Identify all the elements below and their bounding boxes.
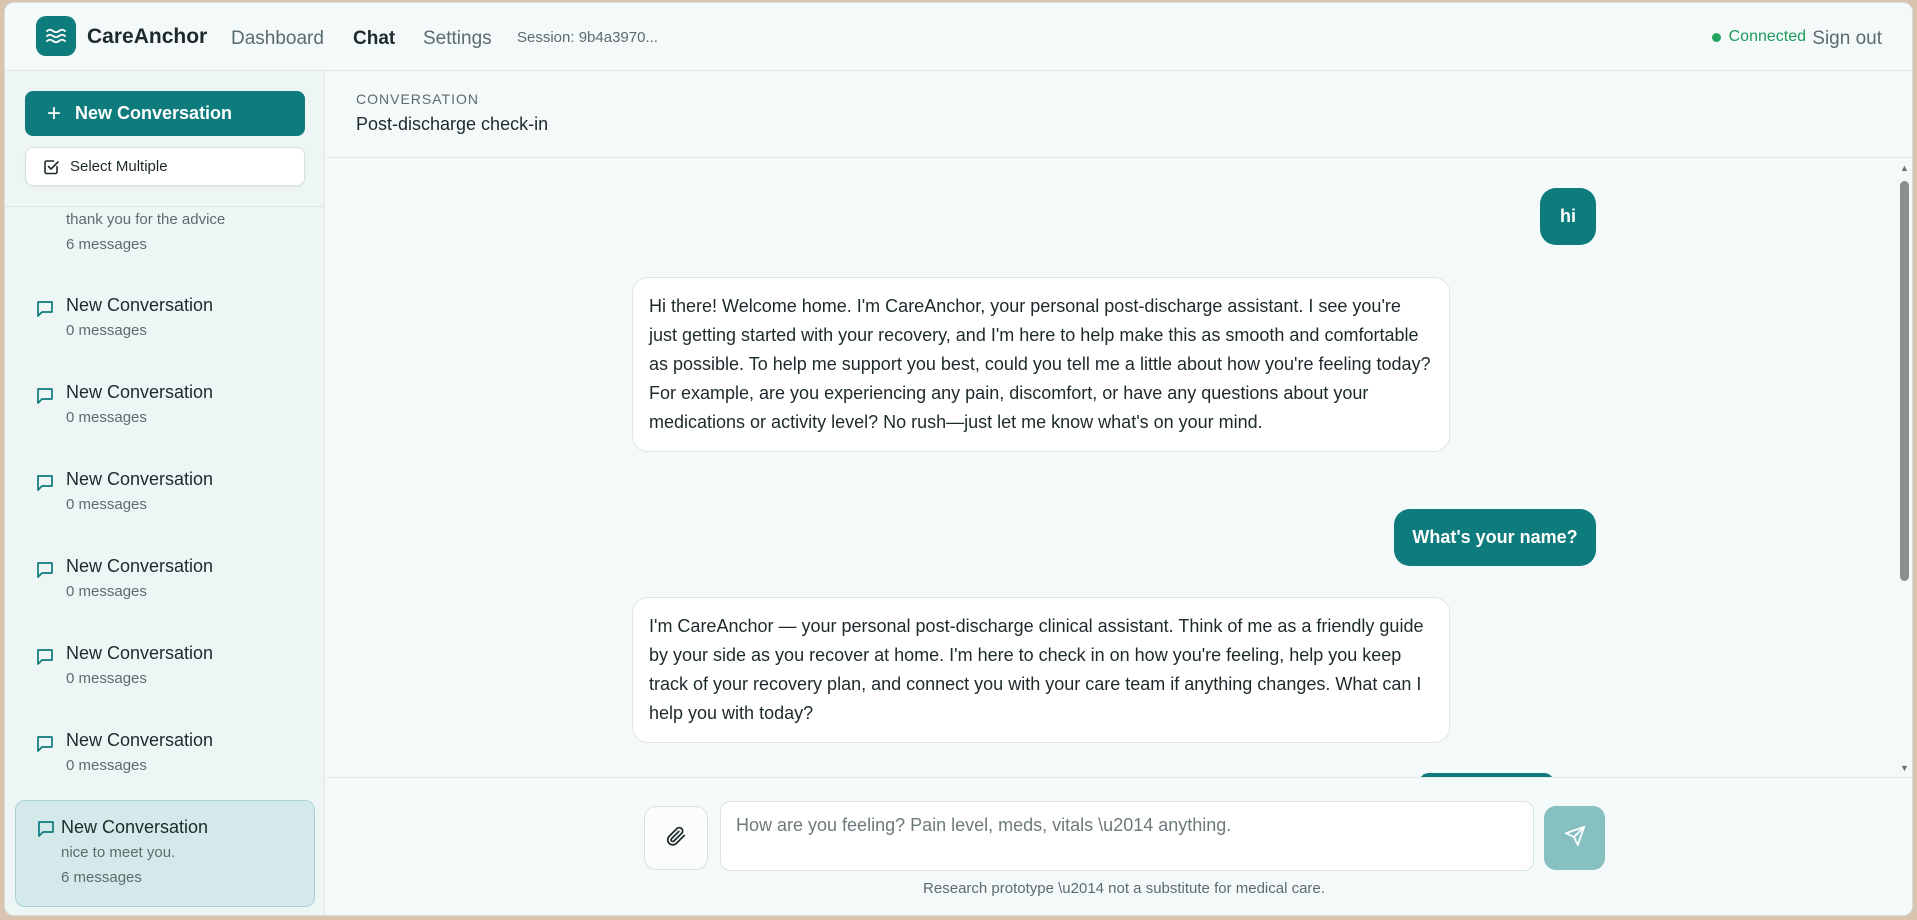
chat-main: CONVERSATION Post-discharge check-in hi … [326, 71, 1912, 915]
conversation-count: 0 messages [66, 496, 147, 513]
conversation-item[interactable]: New Conversation 0 messages [15, 295, 315, 355]
assistant-message: Hi there! Welcome home. I'm CareAnchor, … [632, 277, 1450, 452]
brand-name[interactable]: CareAnchor [87, 25, 207, 49]
new-conversation-label: New Conversation [75, 103, 233, 123]
send-button[interactable] [1544, 806, 1605, 870]
chat-bubble-icon [35, 473, 55, 498]
chat-bubble-icon [35, 560, 55, 585]
scroll-up-icon[interactable]: ▲ [1900, 163, 1909, 173]
message-list: hi Hi there! Welcome home. I'm CareAncho… [326, 159, 1912, 777]
conversation-count: 0 messages [66, 322, 147, 339]
user-message: What's your name? [1394, 509, 1596, 566]
app-window: CareAnchor Dashboard Chat Settings Sessi… [4, 2, 1913, 916]
conversation-item[interactable]: New Conversation 0 messages [15, 382, 315, 442]
conversation-preview: thank you for the advice [66, 211, 226, 228]
user-message: hi [1540, 188, 1596, 245]
conversation-list: thank you for the advice 6 messages New … [5, 207, 324, 915]
attach-button[interactable] [644, 806, 708, 870]
message-input[interactable] [721, 802, 1533, 870]
sign-out-link[interactable]: Sign out [1812, 28, 1882, 50]
assistant-message: I'm CareAnchor — your personal post-disc… [632, 597, 1450, 743]
conversation-item-selected[interactable]: New Conversation nice to meet you. 6 mes… [15, 800, 315, 907]
conversation-preview: nice to meet you. [61, 844, 176, 861]
session-id: Session: 9b4a3970... [517, 29, 658, 46]
conversation-item[interactable]: New Conversation 0 messages [15, 730, 315, 790]
connection-status: Connected [1711, 28, 1806, 46]
chat-bubble-icon [35, 299, 55, 324]
select-multiple-button[interactable]: Select Multiple [25, 147, 305, 186]
status-label: Connected [1728, 28, 1806, 45]
conversation-count: 0 messages [66, 583, 147, 600]
sidebar: + New Conversation Select Multiple thank… [5, 71, 325, 915]
scroll-down-icon[interactable]: ▼ [1900, 763, 1909, 773]
checkbox-icon [42, 158, 60, 176]
conversation-count: 6 messages [66, 236, 147, 253]
conversation-header: CONVERSATION Post-discharge check-in [326, 71, 1912, 158]
conversation-item[interactable]: thank you for the advice 6 messages [15, 207, 315, 257]
conversation-count: 0 messages [66, 670, 147, 687]
disclaimer-text: Research prototype \u2014 not a substitu… [923, 880, 1325, 897]
conversation-item[interactable]: New Conversation 0 messages [15, 556, 315, 616]
conversation-label: CONVERSATION [356, 91, 479, 107]
conversation-title: New Conversation [61, 817, 209, 837]
nav-settings[interactable]: Settings [423, 28, 492, 50]
conversation-title: New Conversation [66, 382, 214, 402]
chat-bubble-icon [35, 386, 55, 411]
scrollbar-thumb[interactable] [1900, 181, 1909, 581]
nav-dashboard[interactable]: Dashboard [231, 28, 324, 50]
conversation-item[interactable]: New Conversation 0 messages [15, 643, 315, 703]
chat-bubble-icon [36, 819, 56, 844]
scrollbar[interactable]: ▲ ▼ [1898, 159, 1912, 777]
composer: Research prototype \u2014 not a substitu… [326, 777, 1912, 915]
chat-bubble-icon [35, 734, 55, 759]
conversation-count: 0 messages [66, 757, 147, 774]
plus-icon: + [47, 99, 62, 127]
conversation-title: New Conversation [66, 295, 214, 315]
message-input-box[interactable] [720, 801, 1534, 871]
select-multiple-label: Select Multiple [70, 158, 168, 175]
status-dot-icon [1711, 32, 1721, 42]
conversation-title: Post-discharge check-in [356, 114, 549, 134]
chat-bubble-icon [35, 647, 55, 672]
waves-logo-icon[interactable] [36, 16, 76, 56]
conversation-count: 6 messages [61, 869, 142, 886]
send-icon [1564, 825, 1586, 852]
conversation-title: New Conversation [66, 730, 214, 750]
conversation-count: 0 messages [66, 409, 147, 426]
paperclip-icon [665, 825, 687, 852]
conversation-item[interactable]: New Conversation 0 messages [15, 469, 315, 529]
top-bar: CareAnchor Dashboard Chat Settings Sessi… [5, 3, 1912, 71]
conversation-title: New Conversation [66, 469, 214, 489]
conversation-title: New Conversation [66, 556, 214, 576]
conversation-title: New Conversation [66, 643, 214, 663]
new-conversation-button[interactable]: + New Conversation [25, 91, 305, 136]
nav-chat[interactable]: Chat [353, 28, 395, 50]
